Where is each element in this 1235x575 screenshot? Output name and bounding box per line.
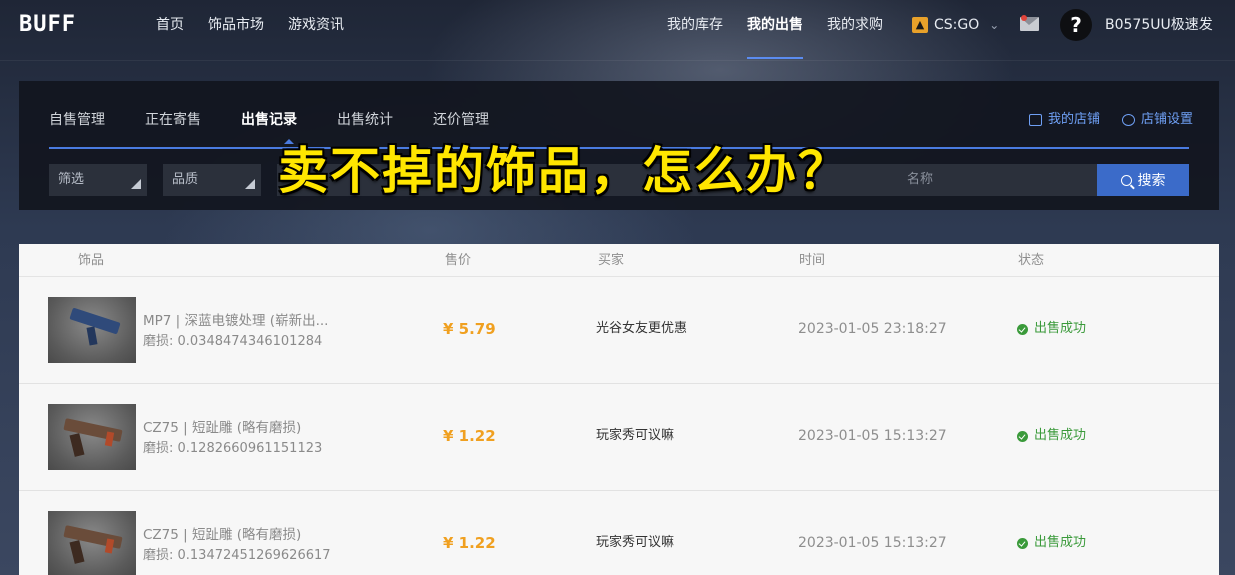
header-price: 售价: [445, 253, 472, 268]
top-nav: BUFF 首页 饰品市场 游戏资讯 我的库存 我的出售 我的求购 ▲ CS:GO…: [0, 0, 1235, 50]
sale-records-table: 饰品 售价 买家 时间 状态 MP7 | 深蓝电镀处理 (崭新出... 磨损: …: [19, 244, 1219, 575]
item-price: ¥ 1.22: [443, 427, 496, 445]
chevron-down-icon: ⌄: [989, 18, 1000, 32]
header-item: 饰品: [78, 253, 105, 268]
username[interactable]: B0575UU极速发: [1105, 15, 1213, 35]
cz75-accent: [104, 538, 115, 554]
search-button[interactable]: 搜索: [1097, 164, 1189, 196]
item-price: ¥ 1.22: [443, 534, 496, 552]
page: BUFF 首页 饰品市场 游戏资讯 我的库存 我的出售 我的求购 ▲ CS:GO…: [0, 0, 1235, 575]
overlay-title: 卖不掉的饰品，怎么办？: [278, 142, 850, 200]
buyer-name[interactable]: 光谷女友更优惠: [596, 320, 687, 338]
cz75-grip: [69, 433, 85, 457]
my-shop-link[interactable]: 我的店铺: [1029, 111, 1100, 129]
status-label: 出售成功: [1034, 535, 1087, 550]
tab-self-sale[interactable]: 自售管理: [49, 110, 105, 130]
header-status: 状态: [1018, 253, 1045, 268]
item-wear: 磨损: 0.1282660961151123: [143, 441, 323, 456]
status-badge: 出售成功: [1017, 427, 1086, 445]
status-label: 出售成功: [1034, 321, 1087, 336]
filter-select[interactable]: 筛选: [49, 164, 147, 196]
shop-settings-link[interactable]: 店铺设置: [1122, 111, 1193, 129]
item-thumbnail[interactable]: [48, 404, 136, 470]
cz75-grip: [69, 540, 85, 564]
table-row[interactable]: CZ75 | 短趾雕 (略有磨损) 磨损: 0.1347245126962661…: [19, 491, 1219, 575]
help-icon[interactable]: ?: [1060, 9, 1092, 41]
sale-time: 2023-01-05 15:13:27: [798, 428, 947, 444]
nav-my-selling[interactable]: 我的出售: [747, 15, 803, 35]
search-button-label: 搜索: [1137, 173, 1166, 189]
tab-counter-offers[interactable]: 还价管理: [433, 110, 489, 130]
quality-select-label: 品质: [172, 172, 199, 187]
status-badge: 出售成功: [1017, 320, 1086, 338]
active-nav-underline: [747, 57, 803, 59]
buyer-name[interactable]: 玩家秀可议嘛: [596, 534, 674, 552]
item-price: ¥ 5.79: [443, 320, 496, 338]
check-circle-icon: [1017, 323, 1028, 335]
nav-market[interactable]: 饰品市场: [208, 15, 264, 35]
dropdown-triangle-icon: [131, 179, 141, 189]
tab-sale-stats[interactable]: 出售统计: [337, 110, 393, 130]
notification-dot: [1021, 15, 1027, 21]
quality-select[interactable]: 品质: [163, 164, 261, 196]
shop-icon: [1029, 114, 1042, 126]
nav-my-inventory[interactable]: 我的库存: [667, 15, 723, 35]
mp7-grip: [86, 326, 98, 346]
check-circle-icon: [1017, 430, 1028, 442]
item-name[interactable]: CZ75 | 短趾雕 (略有磨损): [143, 419, 301, 437]
nav-my-buying[interactable]: 我的求购: [827, 15, 883, 35]
buyer-name[interactable]: 玩家秀可议嘛: [596, 427, 674, 445]
item-wear: 磨损: 0.0348474346101284: [143, 334, 323, 349]
sale-time: 2023-01-05 23:18:27: [798, 321, 947, 337]
gear-icon: [1122, 114, 1135, 126]
item-name[interactable]: CZ75 | 短趾雕 (略有磨损): [143, 526, 301, 544]
filter-select-label: 筛选: [58, 172, 85, 187]
divider: [0, 60, 1235, 61]
status-label: 出售成功: [1034, 428, 1087, 443]
csgo-icon: ▲: [912, 17, 928, 33]
status-badge: 出售成功: [1017, 534, 1086, 552]
game-selector[interactable]: ▲ CS:GO ⌄: [912, 14, 999, 36]
header-buyer: 买家: [598, 253, 625, 268]
item-thumbnail[interactable]: [48, 297, 136, 363]
item-thumbnail[interactable]: [48, 511, 136, 575]
table-row[interactable]: MP7 | 深蓝电镀处理 (崭新出... 磨损: 0.0348474346101…: [19, 277, 1219, 384]
tab-sale-records[interactable]: 出售记录: [241, 110, 297, 130]
search-icon: [1120, 174, 1132, 186]
table-row[interactable]: CZ75 | 短趾雕 (略有磨损) 磨损: 0.1282660961151123…: [19, 384, 1219, 491]
nav-home[interactable]: 首页: [156, 15, 184, 35]
item-name[interactable]: MP7 | 深蓝电镀处理 (崭新出...: [143, 312, 328, 330]
check-circle-icon: [1017, 537, 1028, 549]
my-shop-label: 我的店铺: [1048, 112, 1101, 127]
cz75-accent: [104, 431, 115, 447]
shop-settings-label: 店铺设置: [1141, 112, 1194, 127]
item-wear: 磨损: 0.13472451269626617: [143, 548, 331, 563]
search-placeholder: 名称: [907, 172, 934, 187]
nav-news[interactable]: 游戏资讯: [288, 15, 344, 35]
tab-on-consignment[interactable]: 正在寄售: [145, 110, 201, 130]
buff-logo[interactable]: BUFF: [19, 14, 95, 36]
table-header: 饰品 售价 买家 时间 状态: [19, 244, 1219, 277]
game-label: CS:GO: [934, 17, 980, 33]
sale-time: 2023-01-05 15:13:27: [798, 535, 947, 551]
dropdown-triangle-icon: [245, 179, 255, 189]
header-time: 时间: [799, 253, 826, 268]
